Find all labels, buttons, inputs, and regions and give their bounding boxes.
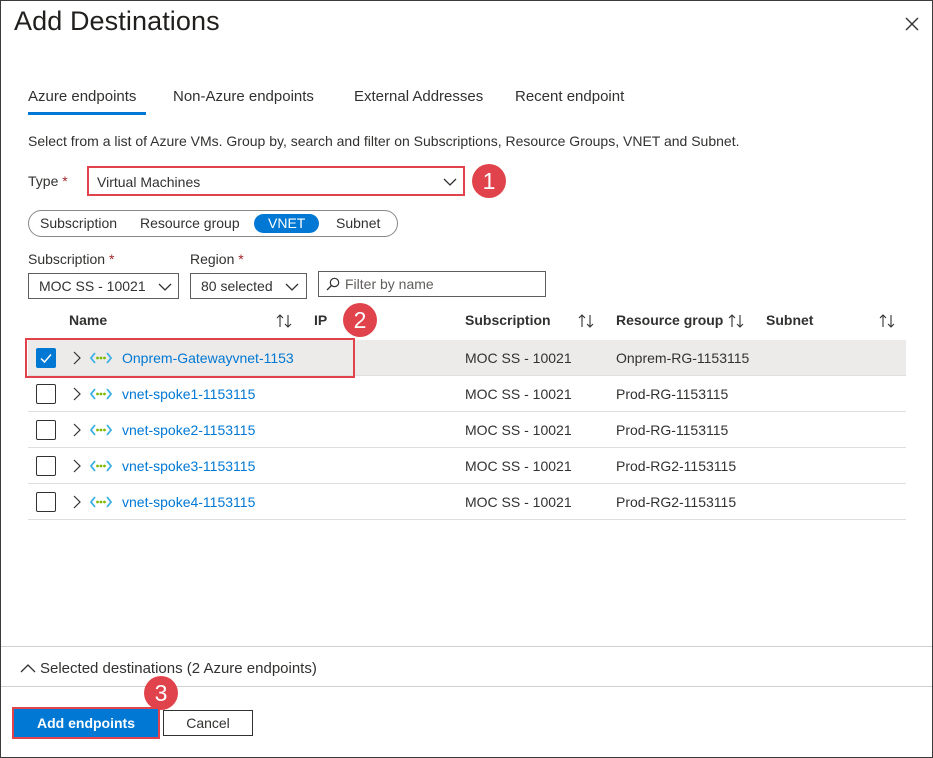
close-icon[interactable] [902,14,922,34]
type-dropdown[interactable]: Virtual Machines [87,166,465,196]
vnet-icon [90,496,112,508]
search-input[interactable] [345,275,540,293]
type-label-text: Type [28,173,59,189]
selected-destinations-label: Selected destinations (2 Azure endpoints… [40,660,317,677]
row-checkbox[interactable] [36,456,56,476]
group-by-resource-group[interactable]: Resource group [140,215,240,231]
vnet-icon [90,388,112,400]
dialog-title: Add Destinations [14,6,220,36]
vnet-name-link[interactable]: vnet-spoke3-1153115 [122,458,255,474]
resource-group-cell: Prod-RG-1153115 [616,422,729,438]
row-checkbox[interactable] [36,420,56,440]
row-checkbox[interactable] [36,492,56,512]
vnet-icon [90,460,112,472]
sort-icon[interactable] [275,313,293,329]
divider [1,646,932,647]
column-header-name[interactable]: Name [69,312,107,328]
region-label-text: Region [190,251,235,267]
subscription-cell: MOC SS - 10021 [465,458,572,474]
chevron-up-icon [20,664,36,673]
chevron-right-icon[interactable] [72,423,82,437]
vnet-name-link[interactable]: vnet-spoke2-1153115 [122,422,255,438]
region-label: Region * [190,251,244,267]
sort-icon[interactable] [577,313,595,329]
table-row[interactable]: vnet-spoke2-1153115 MOC SS - 10021 Prod-… [28,412,906,448]
description-text: Select from a list of Azure VMs. Group b… [28,133,740,149]
tab-external-addresses[interactable]: External Addresses [354,88,483,105]
tab-non-azure-endpoints[interactable]: Non-Azure endpoints [173,88,314,105]
region-dropdown[interactable]: 80 selected [190,273,307,299]
highlight-box [25,338,355,378]
tab-azure-endpoints[interactable]: Azure endpoints [28,88,136,105]
filter-by-name [318,271,546,297]
group-by-vnet[interactable]: VNET [254,214,320,233]
add-endpoints-button[interactable]: Add endpoints [12,707,160,739]
subscription-label-text: Subscription [28,251,106,267]
cancel-button[interactable]: Cancel [163,710,253,736]
vnet-name-link[interactable]: vnet-spoke4-1153115 [122,494,255,510]
divider [1,686,932,687]
row-checkbox[interactable] [36,384,56,404]
selected-destinations-toggle[interactable]: Selected destinations (2 Azure endpoints… [20,660,317,677]
required-mark: * [62,173,68,189]
search-icon [326,277,340,291]
table-row[interactable]: vnet-spoke1-1153115 MOC SS - 10021 Prod-… [28,376,906,412]
callout-badge-2: 2 [343,303,377,337]
chevron-down-icon [443,178,457,186]
subscription-cell: MOC SS - 10021 [465,494,572,510]
group-by-toggle: Subscription Resource group VNET Subnet [28,210,398,237]
column-header-ip[interactable]: IP [314,312,327,328]
chevron-down-icon [285,283,299,291]
vnet-icon [90,424,112,436]
resource-group-cell: Prod-RG2-1153115 [616,494,737,510]
tab-recent-endpoint[interactable]: Recent endpoint [515,88,624,105]
required-mark: * [238,251,244,267]
type-label: Type * [28,173,68,189]
resource-group-cell: Onprem-RG-1153115 [616,350,750,366]
active-tab-indicator [28,112,146,115]
subscription-cell: MOC SS - 10021 [465,350,572,366]
column-header-subscription[interactable]: Subscription [465,312,551,328]
group-by-subnet[interactable]: Subnet [336,215,380,231]
subscription-cell: MOC SS - 10021 [465,386,572,402]
column-header-resource-group[interactable]: Resource group [616,312,723,328]
chevron-right-icon[interactable] [72,387,82,401]
region-dropdown-value: 80 selected [201,278,273,294]
sort-icon[interactable] [727,313,745,329]
table-row[interactable]: vnet-spoke3-1153115 MOC SS - 10021 Prod-… [28,448,906,484]
chevron-right-icon[interactable] [72,459,82,473]
group-by-subscription[interactable]: Subscription [40,215,117,231]
chevron-down-icon [158,283,172,291]
callout-badge-3: 3 [144,676,178,710]
resource-group-cell: Prod-RG2-1153115 [616,458,737,474]
vnet-name-link[interactable]: vnet-spoke1-1153115 [122,386,255,402]
table-row[interactable]: vnet-spoke4-1153115 MOC SS - 10021 Prod-… [28,484,906,520]
subscription-dropdown[interactable]: MOC SS - 10021 [28,273,179,299]
sort-icon[interactable] [878,313,896,329]
callout-badge-1: 1 [472,164,506,198]
chevron-right-icon[interactable] [72,495,82,509]
column-header-subnet[interactable]: Subnet [766,312,813,328]
subscription-dropdown-value: MOC SS - 10021 [39,278,146,294]
resource-group-cell: Prod-RG-1153115 [616,386,729,402]
type-dropdown-value: Virtual Machines [97,174,201,190]
subscription-label: Subscription * [28,251,114,267]
required-mark: * [108,251,115,267]
subscription-cell: MOC SS - 10021 [465,422,572,438]
